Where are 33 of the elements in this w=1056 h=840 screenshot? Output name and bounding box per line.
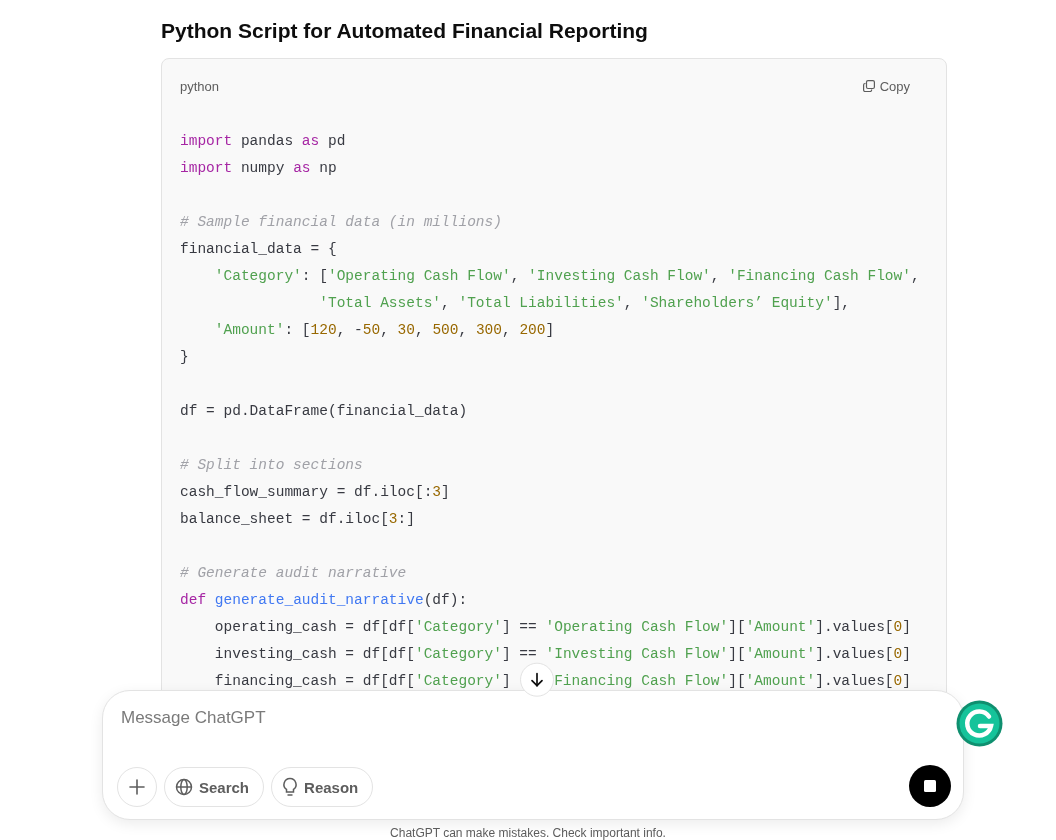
code-line: # Split into sections [180,457,363,473]
code-line: operating_cash = df[df['Category'] == 'Operating Cash Flow']['Amount'].values[0] [213,619,911,635]
down-arrow-icon [528,671,545,688]
code-line: investing_cash = df[df['Category'] == 'Investing Cash Flow']['Amount'].values[0] [213,646,911,662]
code-line: def generate_audit_narrative(df): [180,592,468,608]
section-heading: Python Script for Automated Financial Reporting [161,18,648,44]
code-line: cash_flow_summary = df.iloc[:3] [180,484,450,500]
copy-icon [862,80,875,92]
code-line: # Generate audit narrative [180,565,407,581]
scroll-down-button[interactable] [519,662,554,697]
g-logo-icon[interactable] [956,700,1003,747]
code-line: df = pd.DataFrame(financial_data) [180,403,468,419]
stop-icon [924,780,936,792]
copy-button[interactable]: Copy [862,78,910,94]
code-line: 'Category': ['Operating Cash Flow', 'Investing Cash Flow', 'Financing Cash Flow', [213,268,920,284]
disclaimer-text: ChatGPT can make mistakes. Check important info. [390,826,666,840]
code-line: balance_sheet = df.iloc[3:] [180,511,415,527]
tool-button[interactable]: Search [164,767,265,807]
message-input[interactable]: Message ChatGPT [121,705,821,731]
language-label: python [180,78,220,94]
code-line: import numpy as np [180,160,337,176]
stop-button[interactable] [909,765,951,807]
code-line: financial_data = { [180,241,337,257]
plus-icon [128,778,146,796]
code-line: 'Amount': [120, -50, 30, 500, 300, 200] [213,322,555,338]
code-line: 'Total Assets', 'Total Liabilities', 'Shareholders’ Equity'], [318,295,851,311]
code-line: # Sample financial data (in millions) [180,214,502,230]
globe-icon [175,778,193,796]
code-line: import pandas as pd [180,133,346,149]
tool-button[interactable]: Reason [271,767,374,807]
lightbulb-icon [282,777,299,797]
add-button[interactable] [117,767,157,807]
code-line: } [180,349,189,365]
